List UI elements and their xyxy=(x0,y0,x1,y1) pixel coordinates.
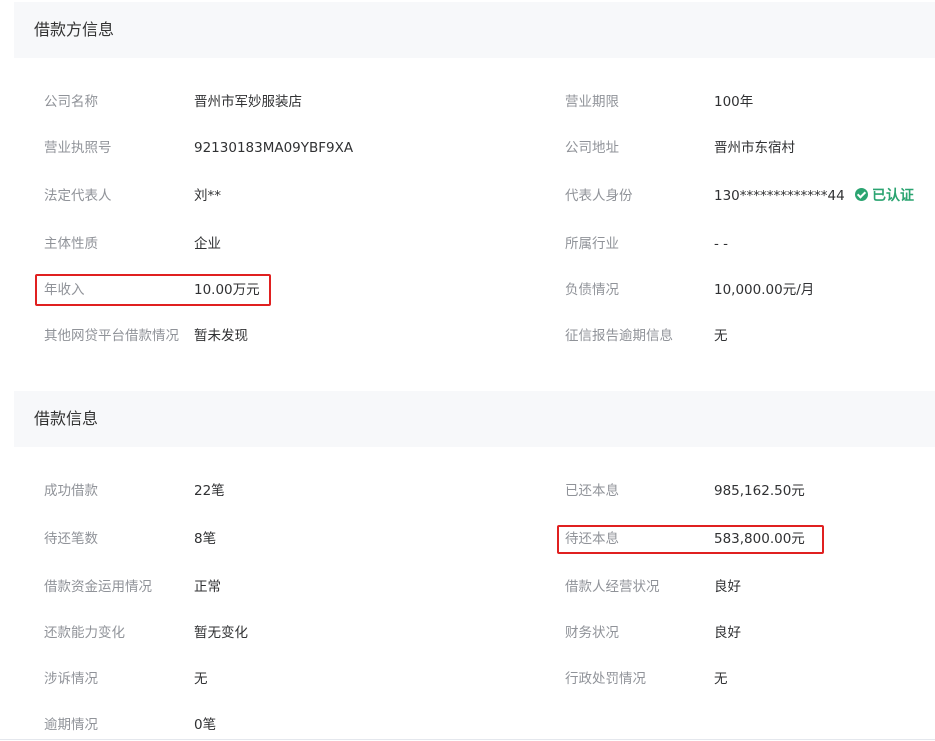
check-circle-icon xyxy=(855,188,868,201)
credit-overdue-value: 无 xyxy=(714,328,728,344)
info-row-litigation: 涉诉情况 无 行政处罚情况 无 xyxy=(0,668,935,690)
litigation-label: 涉诉情况 xyxy=(44,671,98,687)
company-address-value: 晋州市东宿村 xyxy=(714,140,795,156)
company-address-label: 公司地址 xyxy=(565,140,619,156)
business-term-value: 100年 xyxy=(714,94,754,110)
liabilities-value: 10,000.00元/月 xyxy=(714,282,815,298)
info-row-entity-type: 主体性质 企业 所属行业 - - xyxy=(0,233,935,255)
successful-loans-value: 22笔 xyxy=(194,483,225,499)
financial-status-value: 良好 xyxy=(714,625,741,641)
loan-detail-page: 借款方信息 公司名称 晋州市军妙服装店 营业期限 100年 营业执照号 9213… xyxy=(0,0,935,741)
info-row-representative: 法定代表人 刘** 代表人身份 130*************44 已认证 xyxy=(0,185,935,207)
info-row-fund-usage: 借款资金运用情况 正常 借款人经营状况 良好 xyxy=(0,576,935,598)
pending-loans-label: 待还笔数 xyxy=(44,531,98,547)
industry-label: 所属行业 xyxy=(565,236,619,252)
loan-section-title: 借款信息 xyxy=(34,409,99,428)
business-status-label: 借款人经营状况 xyxy=(565,579,660,595)
pending-principal-highlight-box xyxy=(557,525,824,554)
info-row-other-loans: 其他网贷平台借款情况 暂未发现 征信报告逾期信息 无 xyxy=(0,325,935,347)
company-name-label: 公司名称 xyxy=(44,94,98,110)
repaid-principal-interest-value: 985,162.50元 xyxy=(714,483,805,499)
bottom-divider xyxy=(0,739,935,740)
representative-id-label: 代表人身份 xyxy=(565,188,633,204)
company-name-value: 晋州市军妙服装店 xyxy=(194,94,302,110)
business-term-label: 营业期限 xyxy=(565,94,619,110)
litigation-value: 无 xyxy=(194,671,208,687)
representative-id-value: 130*************44 xyxy=(714,188,845,204)
other-platform-loans-label: 其他网贷平台借款情况 xyxy=(44,328,179,344)
administrative-penalty-label: 行政处罚情况 xyxy=(565,671,646,687)
borrower-section-title: 借款方信息 xyxy=(34,20,115,39)
pending-loans-value: 8笔 xyxy=(194,531,217,547)
legal-representative-value: 刘** xyxy=(194,188,221,204)
repayment-ability-value: 暂无变化 xyxy=(194,625,248,641)
info-row-license: 营业执照号 92130183MA09YBF9XA 公司地址 晋州市东宿村 xyxy=(0,137,935,159)
annual-income-highlight-box xyxy=(35,274,271,306)
successful-loans-label: 成功借款 xyxy=(44,483,98,499)
fund-usage-label: 借款资金运用情况 xyxy=(44,579,152,595)
repaid-principal-interest-label: 已还本息 xyxy=(565,483,619,499)
legal-representative-label: 法定代表人 xyxy=(44,188,112,204)
liabilities-label: 负债情况 xyxy=(565,282,619,298)
business-status-value: 良好 xyxy=(714,579,741,595)
entity-type-label: 主体性质 xyxy=(44,236,98,252)
other-platform-loans-value: 暂未发现 xyxy=(194,328,248,344)
administrative-penalty-value: 无 xyxy=(714,671,728,687)
overdue-label: 逾期情况 xyxy=(44,717,98,733)
borrower-section-header: 借款方信息 xyxy=(14,2,935,58)
license-number-value: 92130183MA09YBF9XA xyxy=(194,140,354,156)
info-row-overdue: 逾期情况 0笔 xyxy=(0,714,935,736)
repayment-ability-label: 还款能力变化 xyxy=(44,625,125,641)
license-number-label: 营业执照号 xyxy=(44,140,112,156)
info-row-company-name: 公司名称 晋州市军妙服装店 营业期限 100年 xyxy=(0,91,935,113)
overdue-value: 0笔 xyxy=(194,717,217,733)
fund-usage-value: 正常 xyxy=(194,579,221,595)
loan-section-header: 借款信息 xyxy=(14,391,935,447)
info-row-successful-loans: 成功借款 22笔 已还本息 985,162.50元 xyxy=(0,480,935,502)
verified-badge: 已认证 xyxy=(855,185,914,207)
credit-overdue-label: 征信报告逾期信息 xyxy=(565,328,673,344)
entity-type-value: 企业 xyxy=(194,236,221,252)
verified-badge-label: 已认证 xyxy=(872,188,914,204)
financial-status-label: 财务状况 xyxy=(565,625,619,641)
info-row-repayment-ability: 还款能力变化 暂无变化 财务状况 良好 xyxy=(0,622,935,644)
industry-value: - - xyxy=(714,236,729,252)
